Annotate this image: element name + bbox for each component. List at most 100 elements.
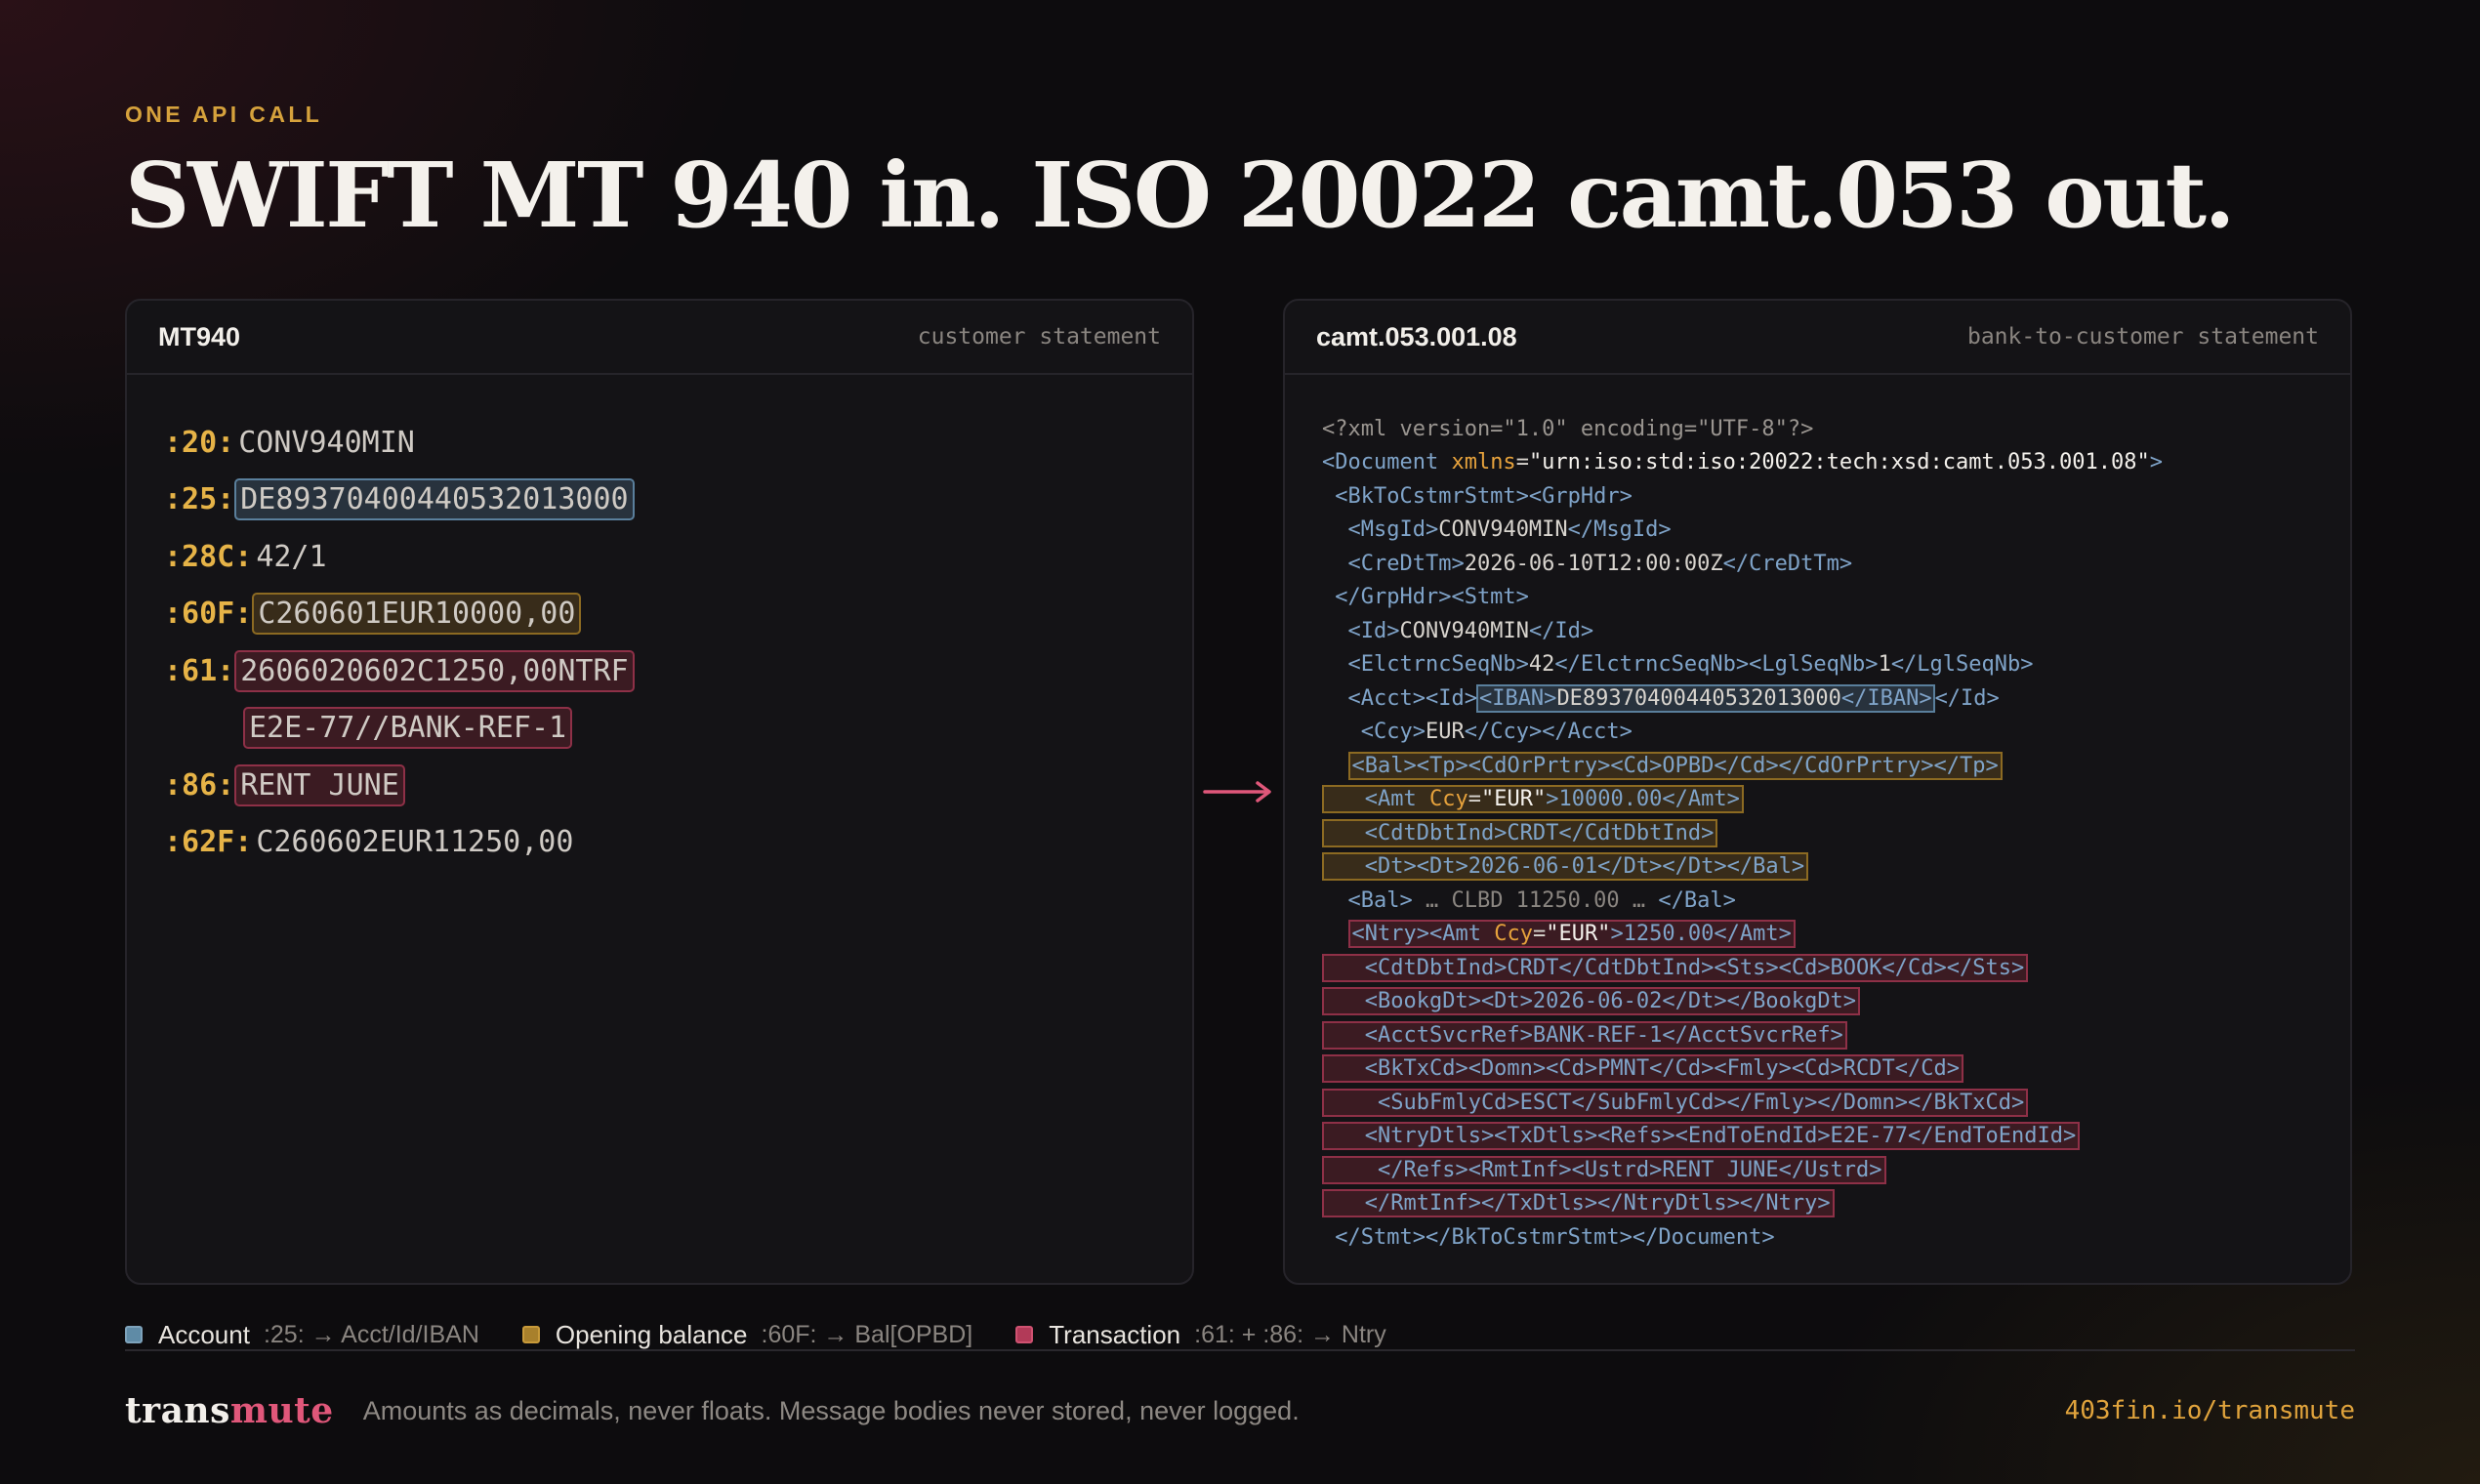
xml-attr: Ccy: [1494, 922, 1533, 947]
xml-opening-balance-highlight: <Dt><Dt>2026-06-01</Dt></Dt></Bal>: [1322, 852, 1809, 882]
mt940-field-tag: :28C:: [164, 539, 253, 574]
xml-tag: </Id>: [1528, 618, 1594, 643]
mt940-field-value-opening-balance: C260601EUR10000,00: [252, 593, 582, 636]
mt940-field-value: 42/1: [256, 539, 327, 574]
right-arrow-icon: [1203, 781, 1271, 803]
mt940-line: :62F: C260602EUR11250,00: [164, 814, 1192, 872]
legend-label: Opening balance: [555, 1319, 748, 1349]
mt940-field-value: CONV940MIN: [238, 425, 415, 460]
xml-tag: <Acct><Id>: [1322, 685, 1477, 711]
xml-tag: </MsgId>: [1567, 517, 1672, 543]
xml-line-transaction: <CdtDbtInd>CRDT</CdtDbtInd><Sts><Cd>BOOK…: [1322, 951, 2350, 985]
mt940-line: :28C: 42/1: [164, 528, 1192, 586]
xml-indent: [1322, 754, 1348, 778]
footer-divider: [125, 1349, 2355, 1351]
legend-item-account: Account :25: → Acct/Id/IBAN: [125, 1320, 479, 1350]
xml-line: </Stmt></BkToCstmrStmt></Document>: [1322, 1220, 2350, 1255]
mt940-panel-header: MT940 customer statement: [127, 301, 1192, 375]
xml-declaration: <?xml version="1.0" encoding="UTF-8"?>: [1322, 416, 1814, 441]
xml-tag: <MsgId>: [1322, 517, 1439, 543]
xml-tag: >1250.00</Amt>: [1610, 922, 1792, 947]
page-title: SWIFT MT 940 in. ISO 20022 camt.053 out.: [125, 143, 2236, 248]
xml-line: <CreDtTm> 2026-06-10T12:00:00Z </CreDtTm>: [1322, 547, 2350, 581]
xml-opening-balance-highlight: <CdtDbtInd>CRDT</CdtDbtInd>: [1322, 818, 1718, 847]
xml-line: <?xml version="1.0" encoding="UTF-8"?>: [1322, 412, 2350, 446]
xml-opening-balance-highlight: <Bal><Tp><CdOrPrtry><Cd>OPBD</Cd></CdOrP…: [1347, 751, 2003, 780]
xml-line: </GrpHdr><Stmt>: [1322, 581, 2350, 615]
xml-text: 42: [1528, 652, 1555, 678]
account-swatch: [125, 1326, 143, 1343]
legend-mapping: :60F: → Bal[OPBD]: [761, 1320, 973, 1348]
xml-tag: </IBAN>: [1840, 685, 1932, 711]
legend-mapping: :25: → Acct/Id/IBAN: [263, 1320, 479, 1348]
mt940-field-tag: :60F:: [164, 597, 253, 632]
mt940-line: :61: 2606020602C1250,00NTRF: [164, 642, 1192, 700]
xml-tag: <Ntry><Amt: [1351, 922, 1495, 947]
footer-url-link[interactable]: 403fin.io/transmute: [2065, 1396, 2355, 1425]
mt940-field-value-account: DE89370400440532013000: [234, 478, 635, 521]
xml-line-opening-balance: <Amt Ccy="EUR">10000.00</Amt>: [1322, 783, 2350, 817]
brand-text-accent: mute: [229, 1390, 334, 1431]
mt940-panel: MT940 customer statement :20: CONV940MIN…: [125, 299, 1194, 1285]
xml-iban-highlight: <IBAN>DE89370400440532013000</IBAN>: [1475, 683, 1935, 713]
xml-line-transaction: <BookgDt><Dt>2026-06-02</Dt></BookgDt>: [1322, 985, 2350, 1019]
mt940-line: :20: CONV940MIN: [164, 414, 1192, 472]
xml-transaction-highlight: <AcctSvcrRef>BANK-REF-1</AcctSvcrRef>: [1322, 1020, 1847, 1050]
xml-line-opening-balance: <CdtDbtInd>CRDT</CdtDbtInd>: [1322, 816, 2350, 850]
legend-mapping: :61: + :86: → Ntry: [1194, 1320, 1386, 1348]
xml-transaction-highlight: </RmtInf></TxDtls></NtryDtls></Ntry>: [1322, 1189, 1835, 1218]
xml-line-transaction: <AcctSvcrRef>BANK-REF-1</AcctSvcrRef>: [1322, 1018, 2350, 1052]
mt940-field-value-transaction: RENT JUNE: [234, 763, 405, 806]
xml-text: CONV940MIN: [1438, 517, 1568, 543]
mt940-line: :25: DE89370400440532013000: [164, 472, 1192, 529]
xml-text: 2026-06-10T12:00:00Z: [1464, 551, 1723, 576]
xml-tag: <Bal>: [1322, 887, 1426, 913]
xml-text: CONV940MIN: [1399, 618, 1529, 643]
xml-tag: >: [2149, 450, 2163, 475]
mt940-field-tag: :25:: [164, 482, 235, 517]
mt940-panel-subtitle: customer statement: [917, 324, 1161, 350]
xml-string: "EUR": [1546, 922, 1611, 947]
mt940-field-value: C260602EUR11250,00: [256, 825, 574, 860]
xml-tag: <ElctrncSeqNb>: [1322, 652, 1529, 678]
legend: Account :25: → Acct/Id/IBAN Opening bala…: [125, 1318, 1429, 1351]
xml-tag: <Amt: [1364, 787, 1429, 812]
xml-text: =: [1532, 922, 1547, 947]
xml-opening-balance-highlight: <Amt Ccy="EUR">10000.00</Amt>: [1322, 785, 1744, 814]
xml-line-transaction: <BkTxCd><Domn><Cd>PMNT</Cd><Fmly><Cd>RCD…: [1322, 1052, 2350, 1087]
camt053-panel-header: camt.053.001.08 bank-to-customer stateme…: [1285, 301, 2350, 375]
camt053-panel-title: camt.053.001.08: [1316, 321, 1517, 351]
xml-string: "EUR": [1480, 787, 1547, 812]
xml-line-opening-balance: <Dt><Dt>2026-06-01</Dt></Dt></Bal>: [1322, 850, 2350, 885]
xml-line-transaction: </Refs><RmtInf><Ustrd>RENT JUNE</Ustrd>: [1322, 1153, 2350, 1187]
xml-line: <Id> CONV940MIN </Id>: [1322, 614, 2350, 648]
xml-transaction-highlight: <Ntry><Amt Ccy="EUR">1250.00</Amt>: [1347, 920, 1796, 949]
mt940-line: :60F: C260601EUR10000,00: [164, 586, 1192, 643]
mt940-panel-title: MT940: [158, 321, 241, 351]
opening-balance-swatch: [521, 1326, 540, 1343]
xml-text: 1: [1878, 652, 1891, 678]
xml-tag: </Ccy></Acct>: [1464, 720, 1633, 745]
xml-tag: <Id>: [1322, 618, 1400, 643]
xml-line: <ElctrncSeqNb> 42 </ElctrncSeqNb><LglSeqNb…: [1322, 648, 2350, 682]
footer-tagline: Amounts as decimals, never floats. Messa…: [362, 1395, 1300, 1425]
xml-tag: </Bal>: [1645, 887, 1736, 913]
footer: transmute Amounts as decimals, never flo…: [125, 1386, 2355, 1435]
mt940-field-value-transaction: 2606020602C1250,00NTRF: [234, 649, 635, 692]
xml-line-transaction: <Ntry><Amt Ccy="EUR">1250.00</Amt>: [1322, 918, 2350, 952]
xml-tag: </Stmt></BkToCstmrStmt></Document>: [1322, 1224, 1775, 1250]
xml-transaction-highlight: <SubFmlyCd>ESCT</SubFmlyCd></Fmly></Domn…: [1322, 1088, 2029, 1117]
xml-transaction-highlight: <BookgDt><Dt>2026-06-02</Dt></BookgDt>: [1322, 987, 1861, 1016]
xml-transaction-highlight: <NtryDtls><TxDtls><Refs><EndToEndId>E2E-…: [1322, 1122, 2081, 1151]
xml-line: <Ccy> EUR </Ccy></Acct>: [1322, 716, 2350, 750]
transaction-swatch: [1015, 1326, 1034, 1343]
mt940-line: :86: RENT JUNE: [164, 757, 1192, 814]
xml-line-transaction: <NtryDtls><TxDtls><Refs><EndToEndId>E2E-…: [1322, 1120, 2350, 1154]
legend-item-opening-balance: Opening balance :60F: → Bal[OPBD]: [521, 1319, 973, 1350]
xml-line: <Document xmlns = "urn:iso:std:iso:20022:t…: [1322, 446, 2350, 480]
legend-label: Account: [158, 1319, 250, 1349]
xml-tag: </Id>: [1934, 685, 2000, 711]
mt940-line-continuation: E2E-77//BANK-REF-1: [164, 700, 1192, 758]
brand-logo: transmute: [125, 1390, 334, 1431]
legend-label: Transaction: [1049, 1319, 1181, 1349]
